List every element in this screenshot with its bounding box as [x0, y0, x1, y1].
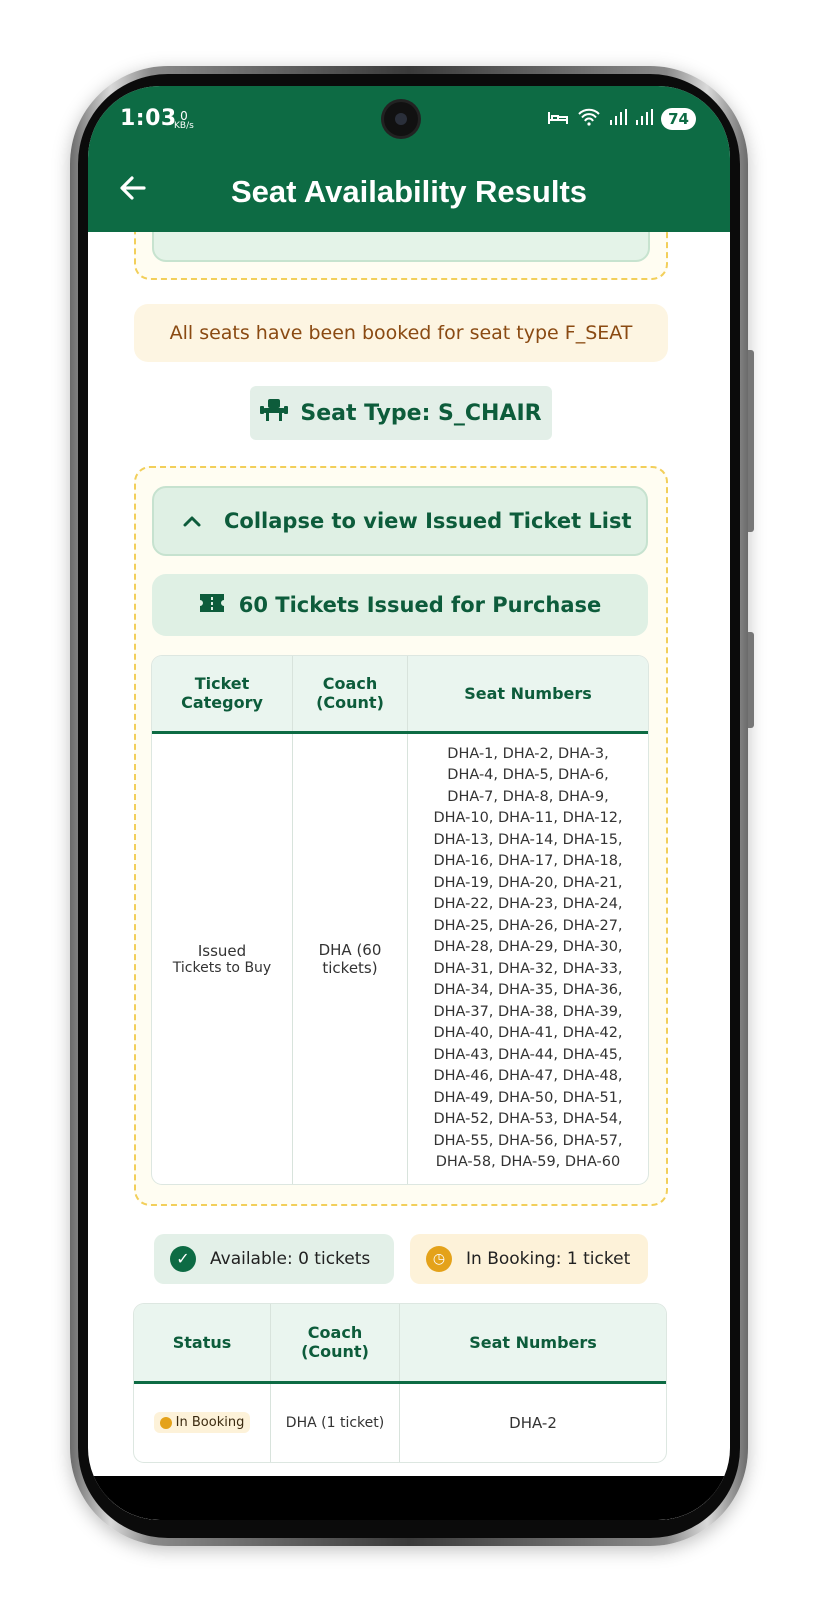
seat-icon — [260, 397, 289, 429]
power-button — [748, 632, 754, 728]
seat-line: DHA-34, DHA-35, DHA-36, — [433, 982, 623, 999]
volume-button — [748, 350, 754, 532]
seat-line: DHA-4, DHA-5, DHA-6, — [447, 767, 609, 784]
seat-line: DHA-25, DHA-26, DHA-27, — [433, 917, 623, 934]
alarm-bed-icon — [547, 108, 569, 130]
seat-line: DHA-22, DHA-23, DHA-24, — [433, 896, 623, 913]
status-cell: In Booking — [134, 1382, 271, 1462]
collapse-button-label: Collapse to view Issued Ticket List — [224, 509, 632, 533]
header-coach-line2: (Count) — [301, 1342, 369, 1362]
seat-type-booked-warning: All seats have been booked for seat type… — [134, 304, 668, 362]
collapse-ticket-list-button[interactable]: Collapse to view Issued Ticket List — [152, 486, 648, 556]
seat-line: DHA-16, DHA-17, DHA-18, — [433, 853, 623, 870]
issued-ticket-table: Ticket Category Coach (Count) Seat Numbe… — [152, 656, 648, 1184]
seat-line: DHA-1, DHA-2, DHA-3, — [447, 745, 609, 762]
coach-count-cell: DHA (60 tickets) — [292, 732, 408, 1184]
seat-line: DHA-19, DHA-20, DHA-21, — [433, 874, 623, 891]
status-badge: In Booking — [153, 1412, 251, 1434]
category-line1: Issued — [197, 941, 247, 960]
seat-numbers-cell: DHA-1, DHA-2, DHA-3, DHA-4, DHA-5, DHA-6… — [408, 732, 649, 1184]
results-scroll-area[interactable]: All seats have been booked for seat type… — [108, 232, 710, 1520]
signal-icon — [609, 109, 628, 129]
category-line2: Tickets to Buy — [172, 959, 272, 976]
coach-line1: DHA (60 — [318, 940, 382, 959]
seat-line: DHA-37, DHA-38, DHA-39, — [433, 1003, 623, 1020]
status-icons: 74 — [547, 108, 696, 130]
status-badge-label: In Booking — [175, 1415, 245, 1431]
status-bar: 1:03 0 KB/s 74 — [88, 86, 730, 156]
header-coach-line1: Coach — [307, 1323, 363, 1343]
tickets-issued-label: 60 Tickets Issued for Purchase — [238, 593, 602, 617]
header-category-line1: Ticket — [194, 674, 250, 694]
header-coach-line2: (Count) — [316, 693, 384, 713]
status-time: 1:03 — [120, 106, 177, 131]
phone-screen: 1:03 0 KB/s 74 Seat Availability Results… — [88, 86, 730, 1520]
seat-line: DHA-10, DHA-11, DHA-12, — [433, 810, 623, 827]
seat-line: DHA-43, DHA-44, DHA-45, — [433, 1046, 623, 1063]
in-booking-count-badge: ◷ In Booking: 1 ticket — [410, 1234, 648, 1284]
column-header-coach-count: Coach (Count) — [270, 1304, 400, 1384]
battery-level: 74 — [661, 108, 696, 130]
seat-line: DHA-7, DHA-8, DHA-9, — [447, 788, 609, 805]
seat-line: DHA-28, DHA-29, DHA-30, — [433, 939, 623, 956]
seat-line: DHA-55, DHA-56, DHA-57, — [433, 1132, 623, 1149]
previous-section-card — [152, 232, 650, 262]
tickets-issued-summary: 60 Tickets Issued for Purchase — [152, 574, 648, 636]
clock-icon — [159, 1416, 172, 1429]
column-header-seat-numbers: Seat Numbers — [407, 656, 648, 734]
bottom-bezel — [88, 1476, 730, 1520]
column-header-seat-numbers: Seat Numbers — [399, 1304, 666, 1384]
wifi-icon — [577, 108, 601, 130]
front-camera — [384, 102, 418, 136]
net-speed: 0 KB/s — [174, 110, 194, 131]
header-category-line2: Category — [181, 693, 263, 713]
seat-numbers-cell: DHA-2 — [509, 1413, 557, 1432]
seat-type-label: Seat Type: S_CHAIR — [300, 400, 542, 426]
check-circle-icon: ✓ — [170, 1246, 196, 1272]
coach-count-cell: DHA (1 ticket) — [270, 1382, 400, 1462]
ticket-category-cell: Issued Tickets to Buy — [152, 732, 293, 1184]
column-header-status: Status — [134, 1304, 271, 1384]
coach-line2: tickets) — [322, 958, 378, 977]
seat-line: DHA-52, DHA-53, DHA-54, — [433, 1111, 623, 1128]
seat-line: DHA-46, DHA-47, DHA-48, — [433, 1068, 623, 1085]
table-row: In Booking DHA (1 ticket) DHA-2 — [134, 1382, 666, 1462]
seat-line: DHA-31, DHA-32, DHA-33, — [433, 960, 623, 977]
seat-line: DHA-40, DHA-41, DHA-42, — [433, 1025, 623, 1042]
column-header-coach-count: Coach (Count) — [292, 656, 408, 734]
available-count-label: Available: 0 tickets — [210, 1249, 371, 1269]
clock-icon: ◷ — [426, 1246, 452, 1272]
signal-icon — [635, 109, 654, 129]
seat-line: DHA-49, DHA-50, DHA-51, — [433, 1089, 623, 1106]
column-header-ticket-category: Ticket Category — [152, 656, 293, 734]
chevron-up-icon — [182, 509, 202, 533]
seat-line: DHA-58, DHA-59, DHA-60 — [435, 1154, 621, 1171]
available-count-badge: ✓ Available: 0 tickets — [154, 1234, 394, 1284]
booking-status-table: Status Coach (Count) Seat Numbers In Boo… — [134, 1304, 666, 1462]
app-bar: Seat Availability Results — [88, 156, 730, 232]
header-coach-line1: Coach — [322, 674, 378, 694]
table-row: Issued Tickets to Buy DHA (60 tickets) D… — [152, 732, 648, 1184]
in-booking-count-label: In Booking: 1 ticket — [466, 1249, 631, 1269]
seat-type-header: Seat Type: S_CHAIR — [250, 386, 552, 440]
net-speed-unit: KB/s — [174, 121, 194, 131]
seat-line: DHA-13, DHA-14, DHA-15, — [433, 831, 623, 848]
ticket-icon — [199, 593, 225, 618]
page-title: Seat Availability Results — [230, 174, 588, 209]
